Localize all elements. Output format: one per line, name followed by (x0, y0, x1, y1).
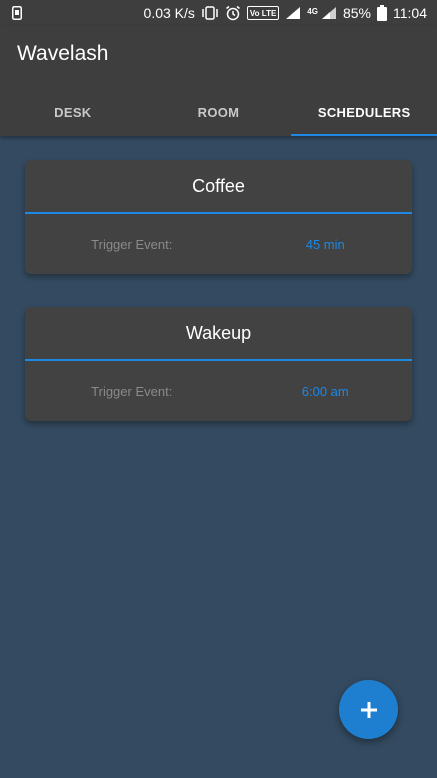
scheduler-name: Wakeup (25, 307, 412, 361)
vibrate-icon (201, 6, 219, 20)
plus-icon (360, 701, 378, 719)
scheduler-name: Coffee (25, 160, 412, 214)
trigger-label: Trigger Event: (91, 236, 173, 252)
clock: 11:04 (393, 5, 427, 21)
app-bar: Wavelash DESK ROOM SCHEDULERS (0, 26, 437, 136)
battery-percent: 85% (342, 5, 371, 21)
tab-room[interactable]: ROOM (146, 88, 292, 136)
scheduler-card-wakeup[interactable]: Wakeup Trigger Event: 6:00 am (25, 307, 412, 421)
trigger-label: Trigger Event: (91, 383, 173, 399)
signal-icon-2 (321, 6, 337, 20)
status-bar: 0.03 K/s Vo LTE 4G 85% 11:04 (0, 0, 437, 26)
add-scheduler-button[interactable] (339, 680, 398, 739)
battery-icon (377, 5, 387, 21)
tab-desk[interactable]: DESK (0, 88, 146, 136)
scheduler-card-coffee[interactable]: Coffee Trigger Event: 45 min (25, 160, 412, 274)
notification-icon (12, 6, 22, 20)
network-type: 4G (307, 7, 318, 16)
network-speed: 0.03 K/s (143, 5, 195, 21)
trigger-value: 45 min (305, 236, 345, 252)
tab-schedulers[interactable]: SCHEDULERS (291, 88, 437, 136)
signal-icon (285, 6, 301, 20)
volte-badge: Vo LTE (246, 6, 280, 20)
alarm-icon (225, 5, 241, 21)
tab-bar: DESK ROOM SCHEDULERS (0, 88, 437, 136)
trigger-value: 6:00 am (301, 383, 349, 399)
app-title: Wavelash (17, 42, 109, 65)
scheduler-trigger-row: Trigger Event: 45 min (25, 214, 412, 274)
scheduler-trigger-row: Trigger Event: 6:00 am (25, 361, 412, 421)
